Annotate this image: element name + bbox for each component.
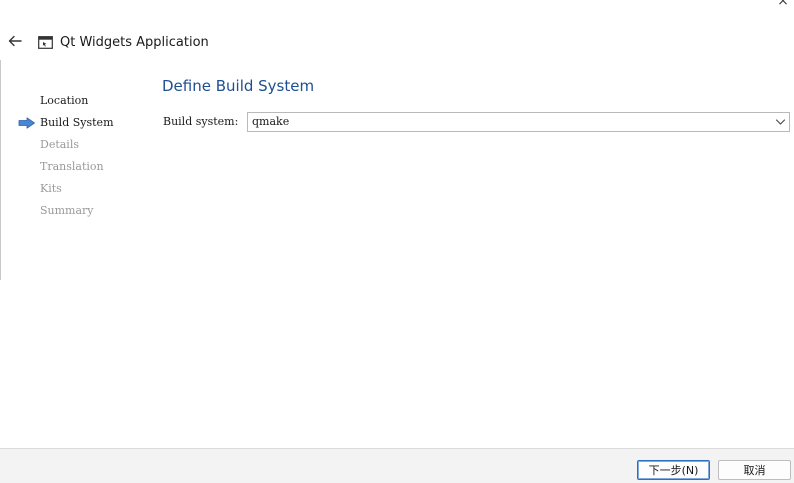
step-details: Details (16, 134, 146, 156)
build-system-combo[interactable]: qmake (247, 112, 790, 132)
step-translation: Translation (16, 156, 146, 178)
step-label: Build System (40, 116, 114, 129)
step-label: Summary (40, 204, 94, 217)
qt-application-icon (38, 36, 53, 49)
back-button[interactable] (4, 30, 26, 52)
step-build-system: Build System (16, 112, 146, 134)
step-label: Translation (40, 160, 104, 173)
wizard-footer: 下一步(N) 取消 (0, 448, 794, 483)
step-label: Location (40, 94, 89, 107)
cancel-button[interactable]: 取消 (718, 460, 791, 480)
build-system-label: Build system: (163, 115, 239, 128)
next-button[interactable]: 下一步(N) (637, 460, 710, 480)
close-icon[interactable]: × (776, 0, 790, 8)
arrow-left-icon (8, 35, 22, 47)
page-title: Define Build System (162, 77, 315, 95)
chevron-down-icon (775, 119, 786, 125)
build-system-value: qmake (252, 115, 290, 128)
window-left-border (0, 60, 1, 280)
step-label: Kits (40, 182, 62, 195)
window-title: Qt Widgets Application (60, 35, 209, 50)
step-kits: Kits (16, 178, 146, 200)
step-summary: Summary (16, 200, 146, 222)
step-label: Details (40, 138, 79, 151)
wizard-header: Qt Widgets Application (0, 26, 794, 60)
wizard-steps: Location Build System Details Translatio… (16, 90, 146, 222)
step-location: Location (16, 90, 146, 112)
arrow-right-icon (18, 117, 35, 129)
